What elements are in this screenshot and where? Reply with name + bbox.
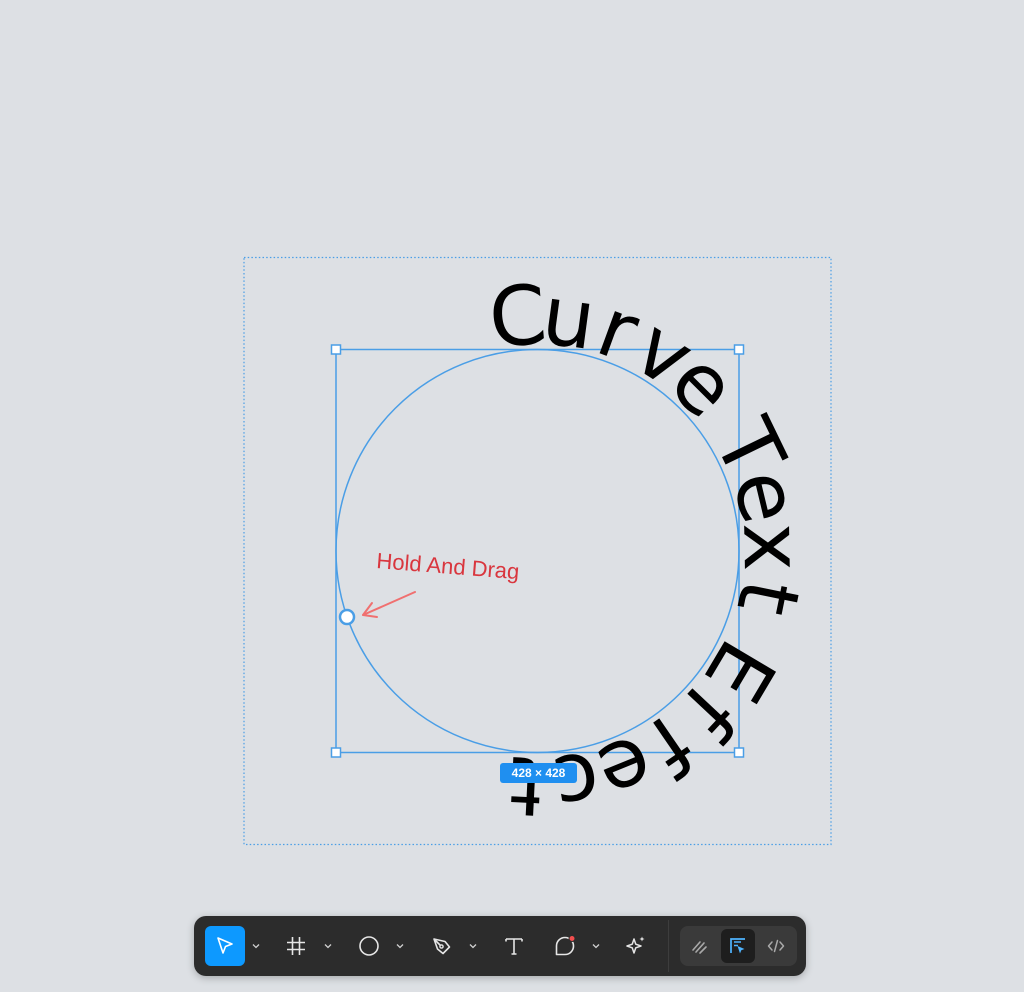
chevron-down-icon [396, 944, 404, 949]
curve-text-glyph: t [508, 737, 545, 833]
toolbar-divider [668, 920, 669, 972]
comment-icon [555, 935, 576, 956]
handle-top-right[interactable] [733, 344, 745, 355]
dev-mode-icon [767, 939, 785, 953]
curve-text[interactable]: CurveTextEffect [485, 268, 820, 834]
chevron-down-icon [592, 944, 600, 949]
ellipse-tool-menu[interactable] [394, 938, 406, 954]
handle-bottom-right[interactable] [733, 747, 745, 758]
move-tool-button[interactable] [205, 926, 245, 966]
pen-icon [433, 938, 451, 955]
move-tool-menu[interactable] [250, 938, 262, 954]
pen-tool-menu[interactable] [467, 938, 479, 954]
handle-bottom-left[interactable] [330, 747, 342, 758]
chevron-down-icon [469, 944, 477, 949]
ellipse-icon [359, 936, 379, 956]
draw-mode-icon [692, 941, 707, 954]
comment-tool-button[interactable] [545, 926, 585, 966]
toolbar [194, 916, 806, 976]
mode-switcher [680, 926, 797, 966]
design-canvas[interactable]: CurveTextEffect Hold And Drag [0, 0, 1024, 992]
pen-tool-button[interactable] [422, 926, 462, 966]
text-icon [505, 938, 523, 955]
draw-mode-button[interactable] [683, 929, 717, 963]
handle-top-left[interactable] [330, 344, 342, 355]
actions-tool-button[interactable] [616, 926, 656, 966]
size-label: 428 × 428 [500, 763, 577, 783]
frame-tool-menu[interactable] [322, 938, 334, 954]
actions-icon [626, 936, 645, 954]
text-tool-button[interactable] [494, 926, 534, 966]
arrow-icon [362, 591, 416, 618]
move-icon [217, 937, 233, 954]
design-mode-button[interactable] [721, 929, 755, 963]
curve-text-glyph: x [724, 522, 820, 572]
dev-mode-button[interactable] [759, 929, 793, 963]
chevron-down-icon [252, 944, 260, 949]
path-start-handle[interactable] [338, 608, 356, 626]
design-mode-icon [730, 938, 745, 954]
frame-tool-button[interactable] [276, 926, 316, 966]
ellipse-tool-button[interactable] [349, 926, 389, 966]
comment-tool-menu[interactable] [590, 938, 602, 954]
curve-text-glyph: t [718, 572, 817, 622]
chevron-down-icon [324, 944, 332, 949]
frame-icon [287, 937, 305, 955]
hold-and-drag-label: Hold And Drag [376, 548, 521, 584]
